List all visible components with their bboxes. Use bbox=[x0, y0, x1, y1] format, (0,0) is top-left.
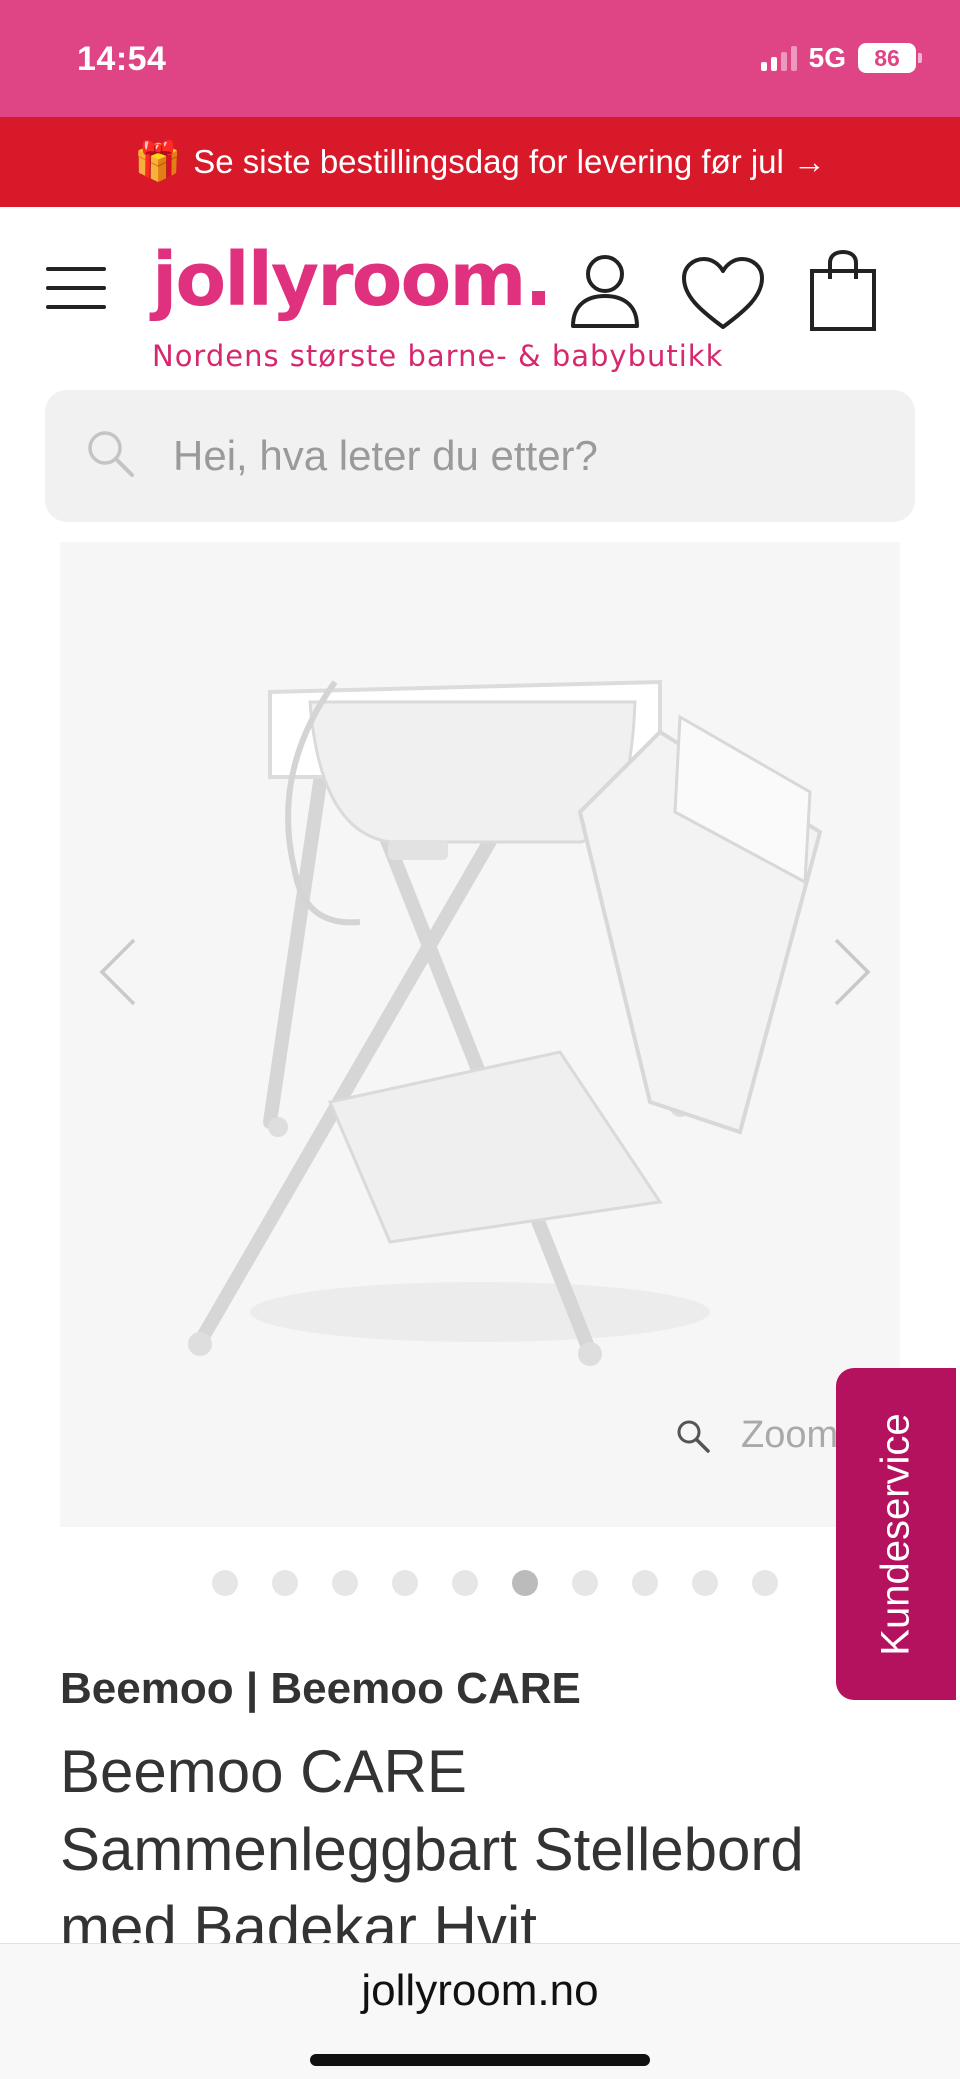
url-text[interactable]: jollyroom.no bbox=[0, 1966, 960, 2016]
bag-icon[interactable] bbox=[808, 249, 878, 333]
kundeservice-button[interactable]: Kundeservice bbox=[836, 1368, 956, 1700]
battery-level: 86 bbox=[874, 44, 900, 71]
gallery-dot[interactable] bbox=[392, 1570, 418, 1596]
menu-icon[interactable] bbox=[46, 267, 106, 309]
product-brand[interactable]: Beemoo | Beemoo CARE bbox=[60, 1664, 581, 1714]
logo[interactable]: jollyroom. bbox=[152, 237, 553, 323]
product-title: Beemoo CARE Sammenleggbart Stellebord me… bbox=[60, 1738, 804, 1961]
account-icon[interactable] bbox=[568, 252, 642, 332]
heart-icon[interactable] bbox=[680, 255, 766, 331]
home-indicator[interactable] bbox=[310, 2054, 650, 2066]
gallery-dot[interactable] bbox=[272, 1570, 298, 1596]
gallery-dot-active[interactable] bbox=[512, 1570, 538, 1596]
status-time: 14:54 bbox=[77, 40, 167, 78]
gallery-dot[interactable] bbox=[332, 1570, 358, 1596]
gallery-dot[interactable] bbox=[452, 1570, 478, 1596]
gallery-dot[interactable] bbox=[692, 1570, 718, 1596]
product-image bbox=[188, 679, 823, 1366]
status-bar: 14:54 5G 86 bbox=[0, 0, 960, 117]
status-indicators: 5G 86 bbox=[760, 42, 922, 74]
site-header: jollyroom. Nordens største barne- & baby… bbox=[0, 207, 960, 382]
tagline: Nordens største barne- & babybutikk bbox=[152, 339, 724, 373]
product-gallery[interactable]: Zoom bbox=[60, 542, 900, 1527]
gallery-dot[interactable] bbox=[632, 1570, 658, 1596]
search-icon bbox=[88, 431, 134, 477]
gallery-dot[interactable] bbox=[212, 1570, 238, 1596]
next-image-arrow-icon[interactable] bbox=[822, 932, 882, 1012]
search-input[interactable] bbox=[173, 390, 873, 522]
kundeservice-label: Kundeservice bbox=[873, 1412, 918, 1656]
promo-text: Se siste bestillingsdag for levering før… bbox=[193, 143, 827, 180]
gallery-pagination bbox=[212, 1570, 778, 1596]
battery-icon: 86 bbox=[858, 43, 922, 73]
promo-banner[interactable]: 🎁 Se siste bestillingsdag for levering f… bbox=[0, 117, 960, 207]
gallery-dot[interactable] bbox=[752, 1570, 778, 1596]
search-bar[interactable] bbox=[45, 390, 915, 522]
gallery-dot[interactable] bbox=[572, 1570, 598, 1596]
zoom-label: Zoom bbox=[741, 1414, 839, 1456]
network-type: 5G bbox=[808, 42, 846, 73]
zoom-button[interactable]: Zoom bbox=[675, 1414, 838, 1457]
previous-image-arrow-icon[interactable] bbox=[88, 932, 148, 1012]
signal-icon bbox=[760, 45, 797, 71]
zoom-icon bbox=[677, 1420, 710, 1453]
browser-url-bar[interactable]: jollyroom.no bbox=[0, 1943, 960, 2079]
gift-icon: 🎁 bbox=[133, 141, 182, 183]
